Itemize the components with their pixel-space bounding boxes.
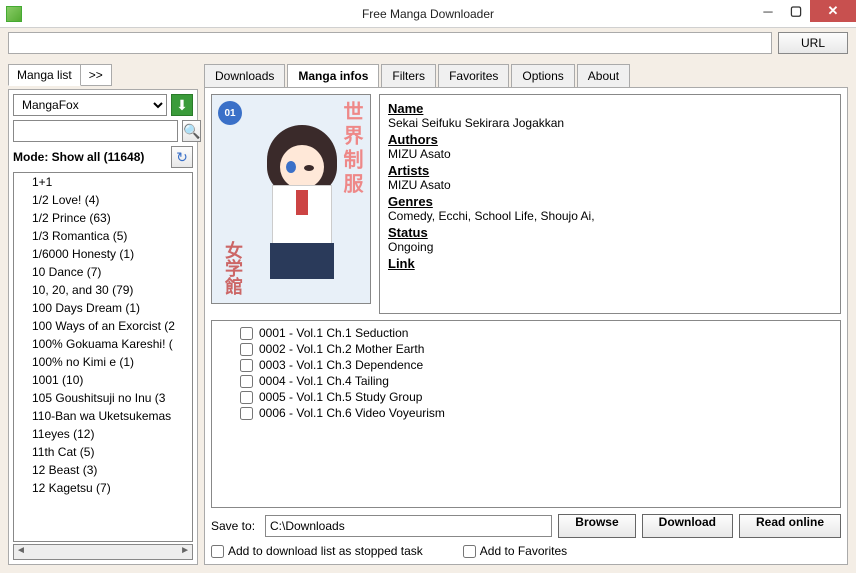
url-input[interactable] — [8, 32, 772, 54]
url-bar: URL — [0, 28, 856, 58]
list-item[interactable]: 100 Ways of an Exorcist (2 — [14, 317, 192, 335]
genres-value: Comedy, Ecchi, School Life, Shoujo Ai, — [388, 209, 832, 223]
download-list-icon[interactable]: ⬇ — [171, 94, 193, 116]
chapter-row[interactable]: 0001 - Vol.1 Ch.1 Seduction — [216, 325, 836, 341]
cover-image: 01 世界制服 女学館 — [211, 94, 371, 304]
chapter-row[interactable]: 0003 - Vol.1 Ch.3 Dependence — [216, 357, 836, 373]
search-input[interactable] — [13, 120, 178, 142]
titlebar: Free Manga Downloader ─ ▢ ✕ — [0, 0, 856, 28]
chapter-check[interactable] — [240, 407, 253, 420]
list-item[interactable]: 12 Kagetsu (7) — [14, 479, 192, 497]
tab-filters[interactable]: Filters — [381, 64, 436, 88]
manga-list[interactable]: 1+11/2 Love! (4)1/2 Prince (63)1/3 Roman… — [13, 172, 193, 542]
tab-favorites[interactable]: Favorites — [438, 64, 509, 88]
list-item[interactable]: 10, 20, and 30 (79) — [14, 281, 192, 299]
main-tabs: DownloadsManga infosFiltersFavoritesOpti… — [204, 64, 848, 87]
chapter-check[interactable] — [240, 391, 253, 404]
save-label: Save to: — [211, 519, 259, 533]
tab-about[interactable]: About — [577, 64, 630, 88]
artists-value: MIZU Asato — [388, 178, 832, 192]
chapter-row[interactable]: 0002 - Vol.1 Ch.2 Mother Earth — [216, 341, 836, 357]
chapter-row[interactable]: 0006 - Vol.1 Ch.6 Video Voyeurism — [216, 405, 836, 421]
read-online-button[interactable]: Read online — [739, 514, 841, 538]
authors-label: Authors — [388, 132, 832, 147]
save-path-input[interactable] — [265, 515, 552, 537]
chapter-row[interactable]: 0004 - Vol.1 Ch.4 Tailing — [216, 373, 836, 389]
list-item[interactable]: 1/2 Prince (63) — [14, 209, 192, 227]
tab-options[interactable]: Options — [511, 64, 574, 88]
url-button[interactable]: URL — [778, 32, 848, 54]
list-item[interactable]: 11eyes (12) — [14, 425, 192, 443]
source-select[interactable]: MangaFox — [13, 94, 167, 116]
search-icon[interactable]: 🔍 — [182, 120, 201, 142]
close-button[interactable]: ✕ — [810, 0, 856, 22]
chapter-check[interactable] — [240, 327, 253, 340]
list-item[interactable]: 105 Goushitsuji no Inu (3 — [14, 389, 192, 407]
list-item[interactable]: 1001 (10) — [14, 371, 192, 389]
maximize-button[interactable]: ▢ — [782, 0, 810, 22]
tab-downloads[interactable]: Downloads — [204, 64, 285, 88]
chapter-check[interactable] — [240, 359, 253, 372]
name-value: Sekai Seifuku Sekirara Jogakkan — [388, 116, 832, 130]
list-item[interactable]: 110-Ban wa Uketsukemas — [14, 407, 192, 425]
tab-expand[interactable]: >> — [80, 64, 112, 86]
chapter-check[interactable] — [240, 343, 253, 356]
window-title: Free Manga Downloader — [0, 7, 856, 21]
list-item[interactable]: 11th Cat (5) — [14, 443, 192, 461]
status-value: Ongoing — [388, 240, 832, 254]
tab-manga-list[interactable]: Manga list — [8, 64, 81, 86]
list-item[interactable]: 1/2 Love! (4) — [14, 191, 192, 209]
list-item[interactable]: 100 Days Dream (1) — [14, 299, 192, 317]
authors-value: MIZU Asato — [388, 147, 832, 161]
horizontal-scrollbar[interactable] — [13, 544, 193, 560]
tab-manga-infos[interactable]: Manga infos — [287, 64, 379, 88]
name-label: Name — [388, 101, 832, 116]
link-label: Link — [388, 256, 832, 271]
list-item[interactable]: 100% Gokuama Kareshi! ( — [14, 335, 192, 353]
list-item[interactable]: 10 Dance (7) — [14, 263, 192, 281]
browse-button[interactable]: Browse — [558, 514, 635, 538]
chapter-list[interactable]: 0001 - Vol.1 Ch.1 Seduction0002 - Vol.1 … — [211, 320, 841, 508]
list-item[interactable]: 1/6000 Honesty (1) — [14, 245, 192, 263]
refresh-icon[interactable]: ↻ — [171, 146, 193, 168]
list-item[interactable]: 1+1 — [14, 173, 192, 191]
minimize-button[interactable]: ─ — [754, 0, 782, 22]
stopped-task-check[interactable]: Add to download list as stopped task — [211, 544, 423, 558]
list-item[interactable]: 100% no Kimi e (1) — [14, 353, 192, 371]
list-item[interactable]: 1/3 Romantica (5) — [14, 227, 192, 245]
chapter-check[interactable] — [240, 375, 253, 388]
info-panel[interactable]: Name Sekai Seifuku Sekirara Jogakkan Aut… — [379, 94, 841, 314]
add-favorites-check[interactable]: Add to Favorites — [463, 544, 567, 558]
chapter-row[interactable]: 0005 - Vol.1 Ch.5 Study Group — [216, 389, 836, 405]
status-label: Status — [388, 225, 832, 240]
genres-label: Genres — [388, 194, 832, 209]
mode-label: Mode: Show all (11648) — [13, 150, 144, 164]
download-button[interactable]: Download — [642, 514, 733, 538]
artists-label: Artists — [388, 163, 832, 178]
list-item[interactable]: 12 Beast (3) — [14, 461, 192, 479]
